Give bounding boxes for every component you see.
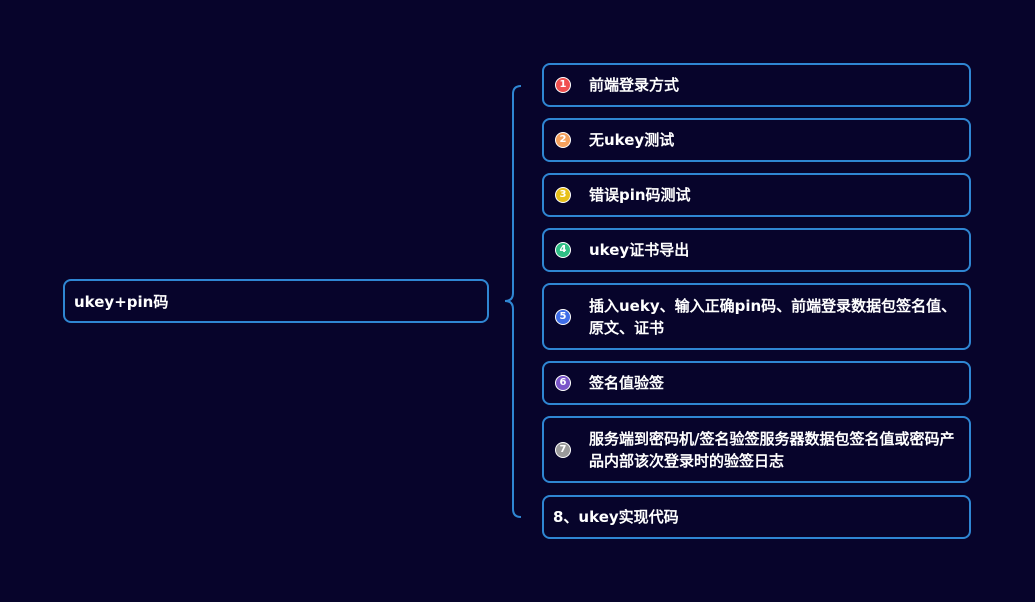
number-2-badge-icon: 2 xyxy=(555,132,571,148)
root-node-label: ukey+pin码 xyxy=(74,292,169,311)
child-node-3[interactable]: 3 错误pin码测试 xyxy=(542,173,971,217)
child-node-5[interactable]: 5 插入ueky、输入正确pin码、前端登录数据包签名值、原文、证书 xyxy=(542,283,971,350)
child-node-label: 无ukey测试 xyxy=(589,131,675,149)
child-node-label: 服务端到密码机/签名验签服务器数据包签名值或密码产品内部该次登录时的验签日志 xyxy=(589,429,955,470)
child-node-label: ukey证书导出 xyxy=(589,241,690,259)
root-node[interactable]: ukey+pin码 xyxy=(63,279,489,323)
number-1-badge-icon: 1 xyxy=(555,77,571,93)
number-6-badge-icon: 6 xyxy=(555,375,571,391)
child-node-label: 插入ueky、输入正确pin码、前端登录数据包签名值、原文、证书 xyxy=(589,296,957,337)
child-node-1[interactable]: 1 前端登录方式 xyxy=(542,63,971,107)
number-5-badge-icon: 5 xyxy=(555,308,571,325)
child-node-4[interactable]: 4 ukey证书导出 xyxy=(542,228,971,272)
child-node-label: 前端登录方式 xyxy=(589,76,680,94)
child-node-label: 错误pin码测试 xyxy=(589,186,691,204)
number-7-badge-icon: 7 xyxy=(555,441,571,458)
child-node-label: 8、ukey实现代码 xyxy=(553,508,679,526)
number-3-badge-icon: 3 xyxy=(555,187,571,203)
child-node-2[interactable]: 2 无ukey测试 xyxy=(542,118,971,162)
child-node-6[interactable]: 6 签名值验签 xyxy=(542,361,971,405)
child-node-8[interactable]: 8、ukey实现代码 xyxy=(542,495,971,539)
child-node-7[interactable]: 7 服务端到密码机/签名验签服务器数据包签名值或密码产品内部该次登录时的验签日志 xyxy=(542,416,971,483)
child-node-label: 签名值验签 xyxy=(589,374,665,392)
number-4-badge-icon: 4 xyxy=(555,242,571,258)
mind-map-canvas: ukey+pin码 1 前端登录方式 2 无ukey测试 3 错误pin码测试 … xyxy=(0,0,1035,602)
